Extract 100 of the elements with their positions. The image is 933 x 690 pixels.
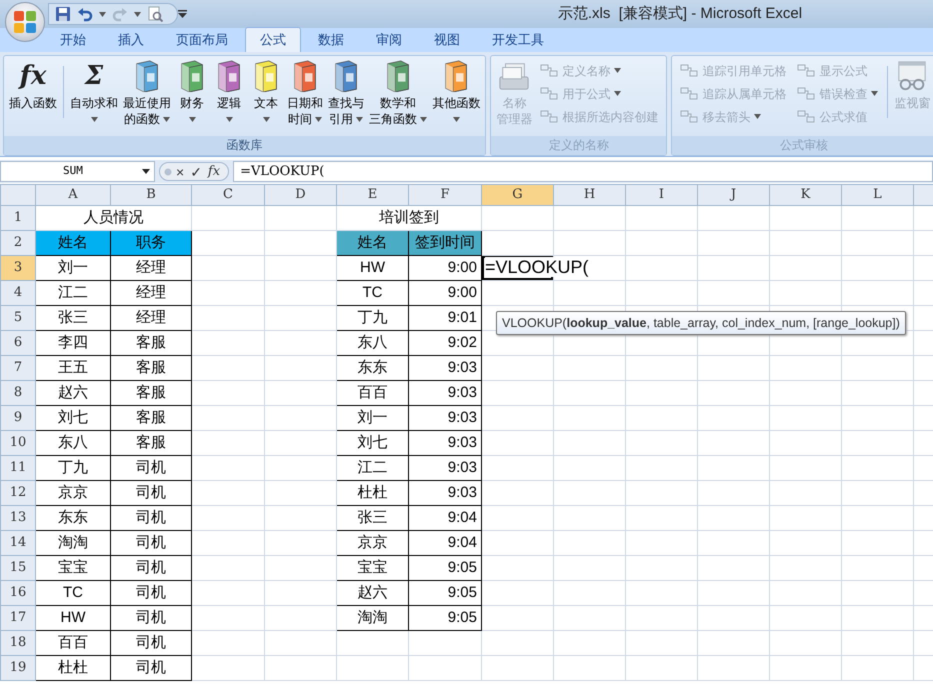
row-number[interactable]: 12 (0, 480, 36, 506)
column-header[interactable]: K (770, 184, 842, 206)
table-cell: 京京 (36, 480, 110, 506)
table-cell: 姓名 (336, 230, 408, 256)
print-preview-icon[interactable] (147, 6, 163, 22)
table-cell: 司机 (110, 506, 192, 530)
table-cell: 9:05 (408, 580, 482, 606)
caret-icon[interactable] (90, 117, 98, 122)
table-cell: 百百 (336, 380, 408, 406)
row-number[interactable]: 8 (0, 380, 36, 406)
command-icon (540, 108, 558, 124)
table-cell: 司机 (110, 606, 192, 630)
ribbon-tab[interactable]: 数据 (303, 26, 359, 52)
ribbon-tab[interactable]: 开发工具 (477, 26, 559, 52)
column-header[interactable]: C (192, 184, 264, 206)
row-number[interactable]: 7 (0, 356, 36, 380)
table-cell: 赵六 (336, 580, 408, 606)
column-header[interactable]: H (554, 184, 626, 206)
ribbon-tab[interactable]: 审阅 (361, 26, 417, 52)
customize-menu-icon[interactable] (178, 10, 187, 18)
ribbon-tab[interactable]: 视图 (419, 26, 475, 52)
row-number[interactable]: 13 (0, 506, 36, 530)
caret-icon[interactable] (134, 12, 141, 16)
row-number[interactable]: 2 (0, 230, 36, 256)
ribbon-button[interactable]: 逻辑 (211, 60, 247, 127)
table-cell: 姓名 (36, 230, 110, 256)
caret-icon[interactable] (262, 117, 270, 122)
ribbon-tab[interactable]: 插入 (103, 26, 159, 52)
command-icon (540, 62, 558, 78)
ribbon-tab[interactable]: 页面布局 (161, 26, 243, 52)
table-cell: 司机 (110, 456, 192, 480)
row-number[interactable]: 18 (0, 630, 36, 656)
ribbon-button[interactable]: 数学和 三角函数 (367, 60, 430, 127)
command-icon (680, 108, 698, 124)
table-cell: 宝宝 (36, 556, 110, 580)
column-header[interactable]: G (482, 184, 554, 206)
column-header[interactable]: E (336, 184, 408, 206)
row-number[interactable]: 16 (0, 580, 36, 606)
formula-bar-button[interactable]: fx (206, 164, 222, 180)
table-cell: 李四 (36, 330, 110, 356)
ribbon-button[interactable]: 财务 (174, 60, 210, 127)
caret-icon[interactable] (99, 12, 106, 16)
ribbon-button[interactable]: 其他函数 (430, 60, 482, 127)
row-number[interactable]: 11 (0, 456, 36, 480)
formula-bar-button[interactable]: ✓ (188, 164, 204, 180)
caret-icon[interactable] (452, 117, 460, 122)
ribbon-tab[interactable]: 开始 (45, 26, 101, 52)
caret-icon[interactable] (356, 117, 364, 122)
table-cell: 司机 (110, 480, 192, 506)
column-header[interactable]: L (842, 184, 914, 206)
ribbon-button[interactable]: Σ 自动求和 (68, 60, 120, 127)
caret-icon[interactable] (188, 117, 196, 122)
undo-icon[interactable] (77, 6, 93, 22)
table-cell: 丁九 (336, 306, 408, 330)
table-cell: 江二 (36, 280, 110, 306)
ribbon-button[interactable]: 文本 (248, 60, 284, 127)
row-number[interactable]: 14 (0, 530, 36, 556)
column-header[interactable]: J (698, 184, 770, 206)
row-number[interactable]: 4 (0, 280, 36, 306)
table-cell: 杜杜 (336, 480, 408, 506)
table-cell: 刘一 (36, 256, 110, 280)
row-number[interactable]: 5 (0, 306, 36, 330)
table-cell: 9:03 (408, 456, 482, 480)
column-header[interactable]: D (264, 184, 336, 206)
table-cell: 9:05 (408, 606, 482, 630)
column-header[interactable]: F (408, 184, 482, 206)
table-cell: 客服 (110, 330, 192, 356)
ribbon-button[interactable]: 查找与 引用 (326, 60, 366, 127)
row-number[interactable]: 3 (0, 256, 36, 280)
table-cell: 宝宝 (336, 556, 408, 580)
row-number[interactable]: 17 (0, 606, 36, 630)
table-cell: 东八 (336, 330, 408, 356)
command-icon (797, 108, 816, 124)
ribbon-button[interactable]: fx 插入函数 (7, 60, 59, 111)
caret-icon[interactable] (420, 117, 428, 122)
save-icon[interactable] (55, 6, 71, 22)
table-cell: 经理 (110, 280, 192, 306)
table-cell: 司机 (110, 556, 192, 580)
ribbon-button[interactable]: 日期和 时间 (285, 60, 325, 127)
row-number[interactable]: 6 (0, 330, 36, 356)
name-box[interactable]: SUM (0, 161, 155, 182)
ribbon-button[interactable]: 最近使用 的函数 (121, 60, 173, 127)
caret-icon[interactable] (163, 117, 170, 122)
table-cell: 经理 (110, 306, 192, 330)
table-cell: 客服 (110, 406, 192, 430)
row-number[interactable]: 1 (0, 206, 36, 230)
formula-bar-button[interactable]: × (174, 164, 186, 180)
row-number[interactable]: 15 (0, 556, 36, 580)
table-cell: HW (336, 256, 408, 280)
column-header[interactable]: B (110, 184, 192, 206)
column-header[interactable]: A (36, 184, 110, 206)
row-number[interactable]: 19 (0, 656, 36, 680)
ribbon-tab[interactable]: 公式 (245, 26, 301, 52)
row-number[interactable]: 10 (0, 430, 36, 456)
table-cell: 职务 (110, 230, 192, 256)
caret-icon[interactable] (226, 117, 232, 122)
formula-input[interactable]: =VLOOKUP( (233, 161, 933, 182)
row-number[interactable]: 9 (0, 406, 36, 430)
caret-icon[interactable] (315, 117, 322, 122)
column-header[interactable]: I (626, 184, 698, 206)
